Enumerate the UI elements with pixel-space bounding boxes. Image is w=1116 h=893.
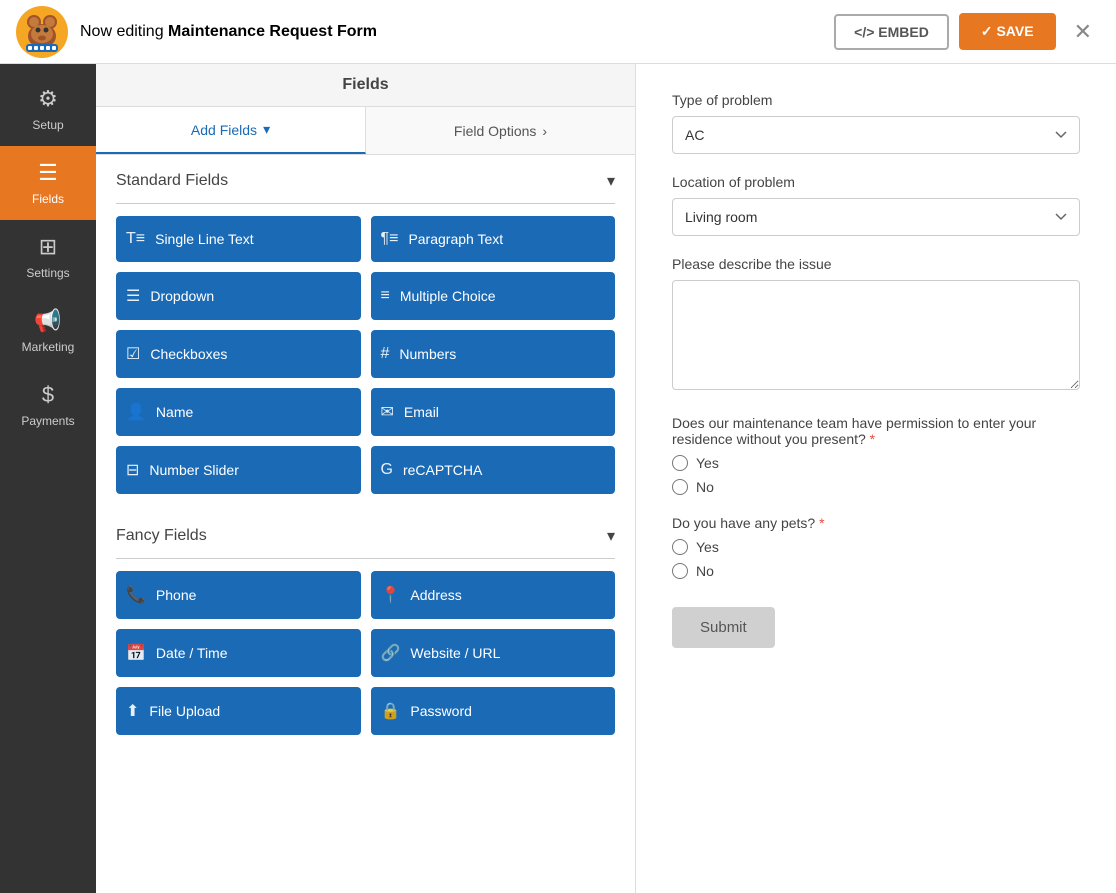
field-btn-dropdown[interactable]: ☰ Dropdown — [116, 272, 361, 320]
fancy-fields-collapse-icon[interactable]: ▾ — [607, 526, 615, 546]
fields-panel-header: Fields — [96, 64, 635, 107]
close-button[interactable]: ✕ — [1066, 15, 1100, 49]
checkboxes-icon: ☑ — [126, 344, 140, 364]
location-of-problem-select[interactable]: Living room Bedroom Kitchen Bathroom — [672, 198, 1080, 236]
sidebar-item-marketing-label: Marketing — [22, 340, 75, 354]
sidebar-item-fields[interactable]: ☰ Fields — [0, 146, 96, 220]
save-button[interactable]: ✓ SAVE — [959, 13, 1056, 50]
standard-fields-section-header: Standard Fields ▾ — [96, 155, 635, 199]
nav-sidebar: ⚙ Setup ☰ Fields ⊞ Settings 📢 Marketing … — [0, 64, 96, 893]
type-of-problem-label: Type of problem — [672, 92, 1080, 108]
logo-icon — [16, 6, 68, 58]
fields-content: Standard Fields ▾ T≡ Single Line Text ¶≡… — [96, 155, 635, 893]
sidebar-item-marketing[interactable]: 📢 Marketing — [0, 294, 96, 368]
field-btn-phone[interactable]: 📞 Phone — [116, 571, 361, 619]
fields-tabs: Add Fields ▾ Field Options › — [96, 107, 635, 155]
settings-icon: ⊞ — [39, 234, 57, 260]
tab-add-fields[interactable]: Add Fields ▾ — [96, 107, 366, 154]
topbar: Now editing Maintenance Request Form </>… — [0, 0, 1116, 64]
have-pets-no[interactable]: No — [672, 563, 1080, 579]
address-icon: 📍 — [381, 585, 401, 605]
submit-button[interactable]: Submit — [672, 607, 775, 648]
field-btn-name[interactable]: 👤 Name — [116, 388, 361, 436]
payments-icon: $ — [42, 382, 54, 408]
numbers-icon: # — [381, 345, 390, 363]
sidebar-item-fields-label: Fields — [32, 192, 64, 206]
topbar-actions: </> EMBED ✓ SAVE ✕ — [834, 13, 1100, 50]
permission-enter-yes[interactable]: Yes — [672, 455, 1080, 471]
have-pets-yes-radio[interactable] — [672, 539, 688, 555]
permission-enter-yes-radio[interactable] — [672, 455, 688, 471]
field-btn-number-slider[interactable]: ⊟ Number Slider — [116, 446, 361, 494]
recaptcha-icon: G — [381, 461, 393, 479]
password-icon: 🔒 — [381, 701, 401, 721]
standard-fields-divider — [116, 203, 615, 204]
field-btn-date-time[interactable]: 📅 Date / Time — [116, 629, 361, 677]
have-pets-label: Do you have any pets? — [672, 515, 1080, 531]
field-btn-single-line-text[interactable]: T≡ Single Line Text — [116, 216, 361, 262]
standard-fields-collapse-icon[interactable]: ▾ — [607, 171, 615, 191]
email-icon: ✉ — [381, 402, 394, 422]
permission-enter-no[interactable]: No — [672, 479, 1080, 495]
sidebar-item-settings[interactable]: ⊞ Settings — [0, 220, 96, 294]
sidebar-item-settings-label: Settings — [26, 266, 69, 280]
field-type-of-problem: Type of problem AC Plumbing Electrical O… — [672, 92, 1080, 154]
chevron-right-icon: › — [542, 123, 547, 139]
standard-fields-grid: T≡ Single Line Text ¶≡ Paragraph Text ☰ … — [96, 216, 635, 510]
location-of-problem-label: Location of problem — [672, 174, 1080, 190]
field-btn-checkboxes[interactable]: ☑ Checkboxes — [116, 330, 361, 378]
name-icon: 👤 — [126, 402, 146, 422]
describe-issue-textarea[interactable] — [672, 280, 1080, 390]
sidebar-item-setup-label: Setup — [32, 118, 63, 132]
main-layout: ⚙ Setup ☰ Fields ⊞ Settings 📢 Marketing … — [0, 64, 1116, 893]
setup-icon: ⚙ — [38, 86, 58, 112]
describe-issue-label: Please describe the issue — [672, 256, 1080, 272]
multiple-choice-icon: ≡ — [381, 287, 390, 305]
field-btn-numbers[interactable]: # Numbers — [371, 330, 616, 378]
fancy-fields-grid: 📞 Phone 📍 Address 📅 Date / Time 🔗 Websit… — [96, 571, 635, 751]
fields-panel: Fields Add Fields ▾ Field Options › Stan… — [96, 64, 636, 893]
field-btn-multiple-choice[interactable]: ≡ Multiple Choice — [371, 272, 616, 320]
file-upload-icon: ⬆ — [126, 701, 139, 721]
field-describe-issue: Please describe the issue — [672, 256, 1080, 395]
number-slider-icon: ⊟ — [126, 460, 139, 480]
form-preview: Type of problem AC Plumbing Electrical O… — [636, 64, 1116, 893]
sidebar-item-setup[interactable]: ⚙ Setup — [0, 72, 96, 146]
field-location-of-problem: Location of problem Living room Bedroom … — [672, 174, 1080, 236]
field-btn-paragraph-text[interactable]: ¶≡ Paragraph Text — [371, 216, 616, 262]
field-btn-password[interactable]: 🔒 Password — [371, 687, 616, 735]
dropdown-icon: ☰ — [126, 286, 140, 306]
paragraph-text-icon: ¶≡ — [381, 230, 399, 248]
single-line-text-icon: T≡ — [126, 230, 145, 248]
tab-field-options[interactable]: Field Options › — [366, 107, 635, 154]
permission-enter-no-radio[interactable] — [672, 479, 688, 495]
field-have-pets: Do you have any pets? Yes No — [672, 515, 1080, 579]
have-pets-no-radio[interactable] — [672, 563, 688, 579]
topbar-title: Now editing Maintenance Request Form — [80, 23, 377, 41]
phone-icon: 📞 — [126, 585, 146, 605]
fancy-fields-section-header: Fancy Fields ▾ — [96, 510, 635, 554]
have-pets-yes[interactable]: Yes — [672, 539, 1080, 555]
fields-icon: ☰ — [38, 160, 58, 186]
website-url-icon: 🔗 — [381, 643, 401, 663]
fancy-fields-divider — [116, 558, 615, 559]
form-card: Type of problem AC Plumbing Electrical O… — [636, 64, 1116, 893]
field-btn-file-upload[interactable]: ⬆ File Upload — [116, 687, 361, 735]
have-pets-radio-group: Yes No — [672, 539, 1080, 579]
permission-enter-label: Does our maintenance team have permissio… — [672, 415, 1080, 447]
type-of-problem-select[interactable]: AC Plumbing Electrical Other — [672, 116, 1080, 154]
embed-button[interactable]: </> EMBED — [834, 14, 949, 50]
sidebar-item-payments[interactable]: $ Payments — [0, 368, 96, 442]
chevron-down-icon: ▾ — [263, 121, 270, 138]
field-btn-recaptcha[interactable]: G reCAPTCHA — [371, 446, 616, 494]
field-permission-enter: Does our maintenance team have permissio… — [672, 415, 1080, 495]
date-time-icon: 📅 — [126, 643, 146, 663]
permission-enter-radio-group: Yes No — [672, 455, 1080, 495]
sidebar-item-payments-label: Payments — [21, 414, 74, 428]
field-btn-address[interactable]: 📍 Address — [371, 571, 616, 619]
field-btn-website-url[interactable]: 🔗 Website / URL — [371, 629, 616, 677]
field-btn-email[interactable]: ✉ Email — [371, 388, 616, 436]
topbar-left: Now editing Maintenance Request Form — [16, 6, 377, 58]
marketing-icon: 📢 — [34, 308, 61, 334]
